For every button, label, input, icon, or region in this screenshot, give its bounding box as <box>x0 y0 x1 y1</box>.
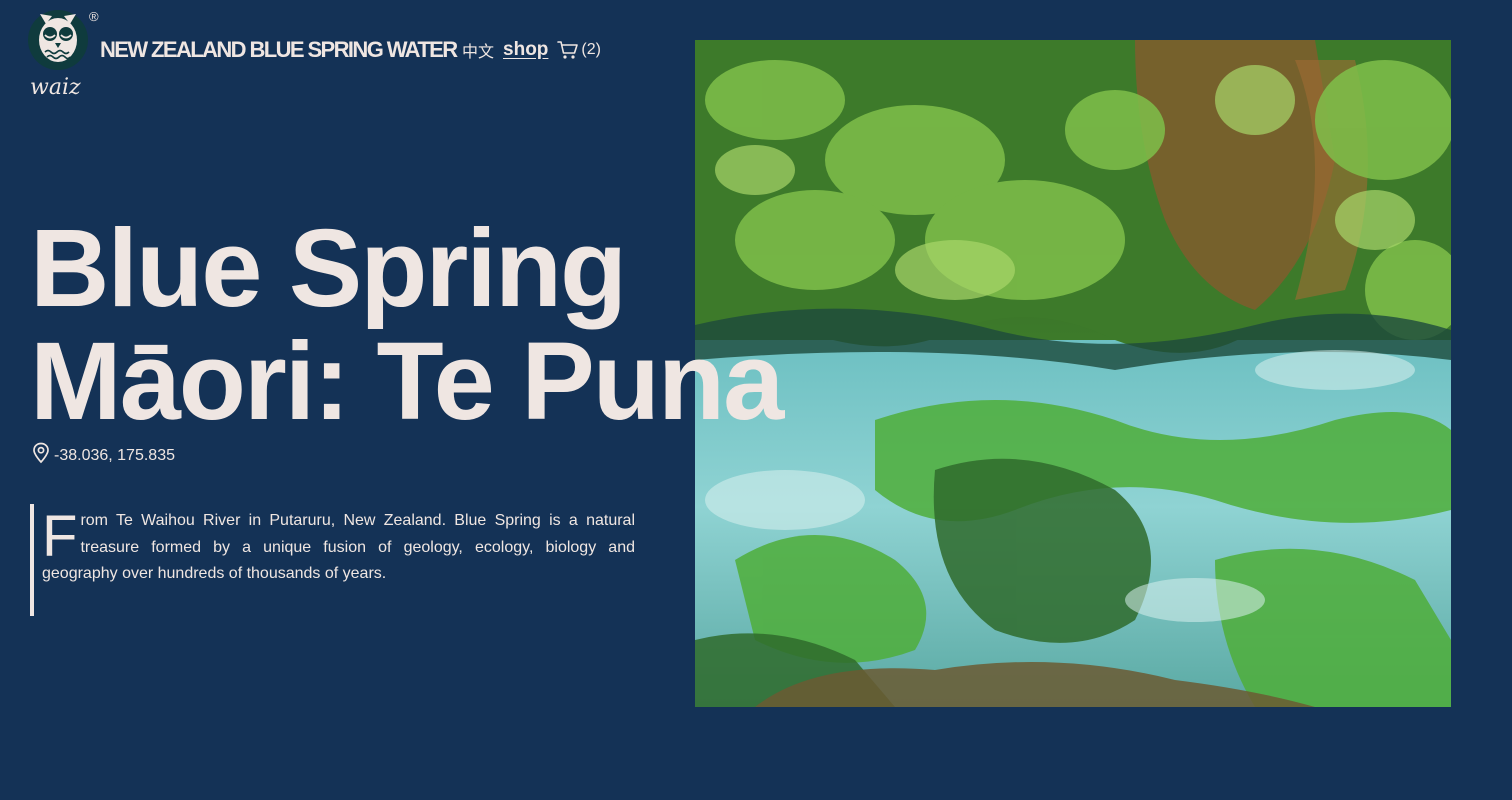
intro-block: From Te Waihou River in Putaruru, New Ze… <box>30 504 635 616</box>
intro-text: rom Te Waihou River in Putaruru, New Zea… <box>42 512 635 582</box>
language-switch-link[interactable]: 中文 <box>462 38 494 62</box>
drop-cap: F <box>42 504 78 569</box>
coordinates-text: -38.036, 175.835 <box>54 446 175 464</box>
intro-paragraph: From Te Waihou River in Putaruru, New Ze… <box>42 508 635 588</box>
coordinates: -38.036, 175.835 <box>31 442 175 469</box>
blue-spring-photo <box>695 40 1451 707</box>
page: waiz ® NEW ZEALAND BLUE SPRING WATER 中文 … <box>0 0 1512 800</box>
cart-button[interactable]: (2) <box>557 40 601 60</box>
cart-icon <box>557 40 579 60</box>
owl-logo-icon[interactable]: waiz <box>26 4 92 100</box>
hero-title-line-1: Blue Spring <box>30 207 627 330</box>
top-nav: 中文 shop (2) <box>462 38 601 62</box>
map-pin-icon <box>31 442 51 469</box>
logo-text: waiz <box>30 75 81 100</box>
hero-title: Blue Spring Māori: Te Puna <box>30 207 784 443</box>
shop-link[interactable]: shop <box>503 39 548 61</box>
brand-title[interactable]: NEW ZEALAND BLUE SPRING WATER <box>100 37 458 63</box>
hero-title-line-2: Māori: Te Puna <box>30 320 784 443</box>
cart-count: (2) <box>581 41 601 58</box>
registered-mark: ® <box>89 9 99 24</box>
